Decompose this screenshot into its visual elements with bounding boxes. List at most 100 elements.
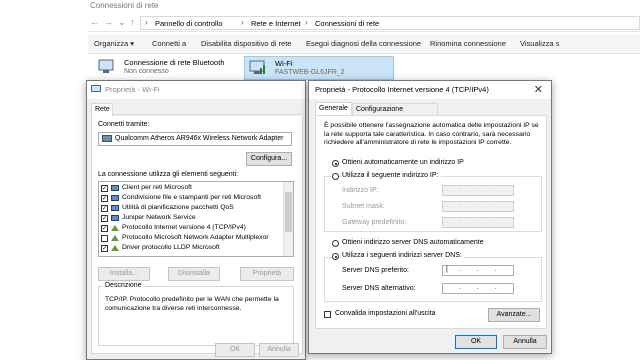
properties-button[interactable]: Proprietà [240, 267, 294, 281]
cancel-button[interactable]: Annulla [259, 343, 299, 357]
forward-arrow-icon[interactable]: → [104, 17, 113, 27]
network-icon [91, 85, 101, 92]
uninstall-button[interactable]: Disinstalla [168, 267, 220, 281]
adapter-icon [102, 135, 112, 142]
tab-strip [91, 101, 301, 115]
breadcrumb-network-connections[interactable]: Connessioni di rete [315, 19, 379, 28]
back-arrow-icon[interactable]: ← [90, 17, 99, 27]
auto-dns-radio[interactable] [332, 240, 339, 247]
dialog-titlebar: Proprietà - Wi-Fi [87, 81, 305, 99]
item-checkbox[interactable]: ✓ [101, 185, 108, 192]
list-item[interactable]: Protocollo Microsoft Network Adapter Mul… [101, 234, 283, 244]
protocol-icon [111, 235, 119, 241]
connection-status: FASTWEB-GL6JFR_2 [275, 69, 345, 76]
item-checkbox[interactable]: ✓ [101, 245, 108, 252]
network-adapter-icon [98, 59, 114, 73]
item-label: Client per reti Microsoft [122, 184, 192, 191]
list-item[interactable]: ✓ Juniper Network Service [101, 214, 283, 224]
scroll-thumb[interactable] [285, 192, 292, 232]
install-button[interactable]: Installa... [98, 267, 150, 281]
dialog-title: Proprietà - Wi-Fi [105, 85, 160, 94]
advanced-button[interactable]: Avanzate... [488, 308, 540, 322]
list-item[interactable]: ✓ Client per reti Microsoft [101, 184, 283, 194]
connect-to-button[interactable]: Connetti a [152, 39, 186, 48]
description-group: Descrizione TCP/IP. Protocollo predefini… [98, 282, 294, 346]
item-label: Utilità di pianificazione pacchetti QoS [122, 204, 234, 211]
manual-dns-label: Utilizza i seguenti indirizzi server DNS… [342, 252, 464, 259]
manual-dns-radio[interactable] [332, 253, 339, 260]
network-items-list[interactable]: ✓ Client per reti Microsoft ✓ Condivisio… [98, 181, 294, 257]
connection-bluetooth[interactable]: Connessione di rete Bluetooth Non connes… [94, 56, 244, 80]
rename-connection-button[interactable]: Rinomina connessione [430, 39, 506, 48]
breadcrumb-separator-icon: › [305, 18, 308, 27]
disable-device-button[interactable]: Disabilita dispositivo di rete [201, 39, 291, 48]
general-tab-panel: È possibile ottenere l'assegnazione auto… [315, 115, 547, 329]
wifi-properties-dialog: Proprietà - Wi-Fi Rete Connetti tramite:… [86, 80, 306, 360]
tab-general[interactable]: Generale [315, 102, 352, 116]
item-label: Driver protocollo LLDP Microsoft [122, 244, 220, 251]
item-checkbox[interactable]: ✓ [101, 205, 108, 212]
item-checkbox[interactable]: ✓ [101, 195, 108, 202]
breadcrumb-network-internet[interactable]: Rete e Internet [251, 19, 301, 28]
preferred-dns-label: Server DNS preferito: [342, 267, 409, 274]
breadcrumb-control-panel[interactable]: Pannello di controllo [155, 19, 223, 28]
alternate-dns-field[interactable]: ... [442, 283, 514, 294]
view-status-button[interactable]: Visualizza s [520, 39, 559, 48]
window-title: Connessioni di rete [90, 1, 159, 10]
description-text: TCP/IP. Protocollo predefinito per le WA… [105, 296, 279, 312]
ok-button[interactable]: OK [455, 335, 497, 349]
alternate-dns-label: Server DNS alternativo: [342, 285, 416, 292]
dns-group [324, 257, 542, 302]
list-item[interactable]: ✓ Utilità di pianificazione pacchetti Qo… [101, 204, 283, 214]
address-box[interactable]: › Pannello di controllo › Rete e Interne… [140, 16, 640, 30]
address-bar: ← → ⌄ ↑ › Pannello di controllo › Rete e… [88, 14, 640, 32]
ok-button[interactable]: OK [215, 343, 255, 357]
diagnose-connection-button[interactable]: Esegui diagnosi della connessione [306, 39, 421, 48]
recent-chevron-icon[interactable]: ⌄ [118, 17, 126, 28]
dialog-title: Proprietà - Protocollo Internet versione… [315, 85, 489, 94]
network-tab-panel: Connetti tramite: Qualcomm Atheros AR946… [91, 116, 303, 354]
item-checkbox[interactable]: ✓ [101, 225, 108, 232]
connection-wifi[interactable]: Wi-Fi FASTWEB-GL6JFR_2 [244, 56, 394, 80]
close-icon[interactable]: ✕ [534, 83, 543, 96]
item-label: Protocollo Internet versione 4 (TCP/IPv4… [122, 224, 246, 231]
tab-network[interactable]: Rete [91, 103, 113, 117]
subnet-mask-field[interactable]: ... [442, 201, 514, 212]
list-scrollbar[interactable] [283, 182, 293, 256]
validate-label: Convalida impostazioni all'uscita [335, 310, 436, 317]
manual-ip-radio[interactable] [332, 173, 339, 180]
gateway-label: Gateway predefinito: [342, 219, 407, 226]
item-checkbox[interactable] [101, 235, 108, 242]
up-arrow-icon[interactable]: ↑ [130, 17, 135, 27]
items-label: La connessione utilizza gli elementi seg… [98, 171, 239, 178]
auto-ip-radio[interactable] [332, 160, 339, 167]
list-item[interactable]: ✓ Protocollo Internet versione 4 (TCP/IP… [101, 224, 283, 234]
list-item[interactable]: ✓ Driver protocollo LLDP Microsoft [101, 244, 283, 254]
auto-ip-label: Ottieni automaticamente un indirizzo IP [342, 159, 464, 166]
organize-button[interactable]: Organizza ▾ [94, 39, 134, 48]
adapter-box: Qualcomm Atheros AR946x Wireless Network… [98, 132, 292, 146]
cancel-button[interactable]: Annulla [503, 335, 547, 349]
intro-text: È possibile ottenere l'assegnazione auto… [324, 122, 539, 146]
gateway-field[interactable]: ... [442, 217, 514, 228]
configure-button[interactable]: Configura... [246, 152, 292, 166]
breadcrumb-separator-icon: › [145, 18, 148, 27]
validate-checkbox[interactable] [324, 311, 331, 318]
protocol-icon [111, 225, 119, 231]
ip-address-field[interactable]: ... [442, 185, 514, 196]
service-icon [111, 195, 119, 201]
protocol-icon [111, 245, 119, 251]
adapter-name: Qualcomm Atheros AR946x Wireless Network… [115, 135, 284, 142]
wifi-adapter-icon [249, 60, 265, 74]
item-checkbox[interactable]: ✓ [101, 215, 108, 222]
item-label: Protocollo Microsoft Network Adapter Mul… [122, 234, 269, 241]
dialog-titlebar: Proprietà - Protocollo Internet versione… [309, 81, 551, 99]
breadcrumb-separator-icon: › [241, 18, 244, 27]
ipv4-properties-dialog: Proprietà - Protocollo Internet versione… [308, 80, 552, 354]
client-icon [111, 185, 119, 191]
command-bar: Organizza ▾ Connetti a Disabilita dispos… [88, 34, 640, 54]
service-icon [111, 205, 119, 211]
list-item[interactable]: ✓ Condivisione file e stampanti per reti… [101, 194, 283, 204]
preferred-dns-field[interactable]: |... [442, 265, 514, 276]
service-icon [111, 215, 119, 221]
